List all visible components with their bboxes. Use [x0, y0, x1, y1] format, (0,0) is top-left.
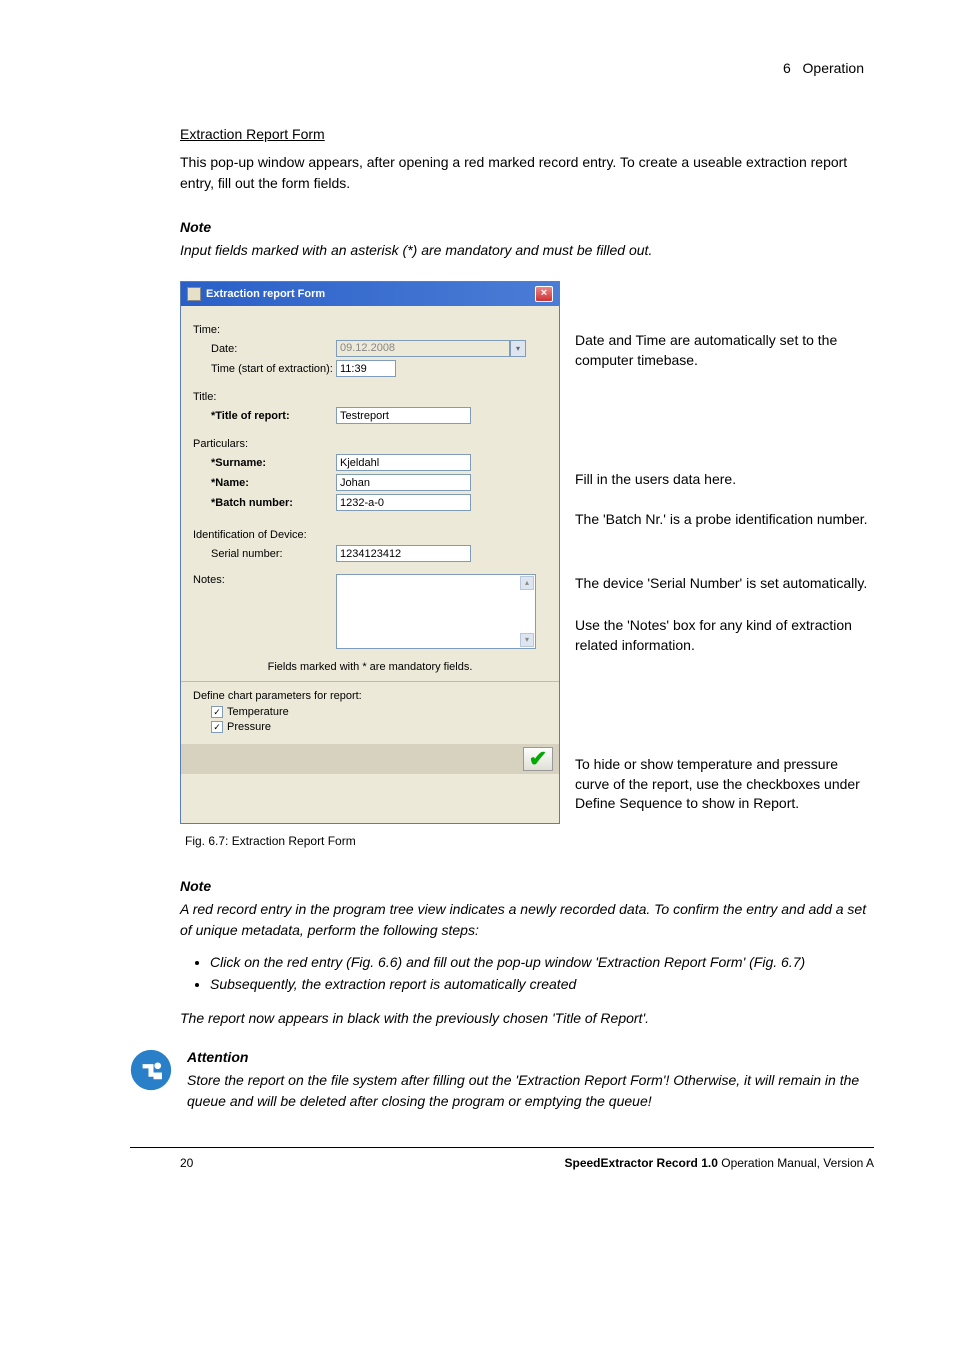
annotation-checkboxes: To hide or show temperature and pressure…: [575, 755, 874, 814]
dialog-icon: [187, 287, 201, 301]
note2-bullets: Click on the red entry (Fig. 6.6) and fi…: [130, 951, 874, 996]
annotation-batch: The 'Batch Nr.' is a probe identificatio…: [575, 510, 874, 530]
mandatory-hint: Fields marked with * are mandatory field…: [193, 661, 547, 673]
note2-heading: Note: [130, 878, 874, 894]
ok-button[interactable]: ✔: [523, 747, 553, 771]
group-notes: Notes:: [193, 574, 336, 586]
attention-icon: [130, 1049, 172, 1091]
title-report-input[interactable]: [336, 407, 471, 424]
label-pressure: Pressure: [227, 721, 271, 733]
surname-input[interactable]: [336, 454, 471, 471]
label-title-report: *Title of report:: [211, 410, 336, 422]
footer-product: SpeedExtractor Record 1.0 Operation Manu…: [565, 1156, 875, 1170]
divider: [181, 681, 559, 682]
page-number: 20: [180, 1156, 193, 1170]
group-title: Title:: [193, 391, 547, 403]
annotation-notes: Use the 'Notes' box for any kind of extr…: [575, 616, 874, 655]
page-header: 6 Operation: [130, 60, 874, 76]
group-time: Time:: [193, 324, 547, 336]
note2-text: A red record entry in the program tree v…: [130, 899, 874, 941]
check-icon: ✔: [529, 750, 547, 768]
checkbox-pressure[interactable]: ✓: [211, 721, 223, 733]
note2-after: The report now appears in black with the…: [130, 1008, 874, 1029]
chevron-down-icon[interactable]: ▾: [510, 340, 526, 357]
note-text: Input fields marked with an asterisk (*)…: [130, 240, 874, 261]
section-number: 6: [783, 60, 791, 76]
figure-caption: Fig. 6.7: Extraction Report Form: [130, 834, 874, 848]
dialog-footer: ✔: [181, 744, 559, 774]
note-heading: Note: [130, 219, 874, 235]
attention-heading: Attention: [187, 1049, 874, 1065]
batch-input[interactable]: [336, 494, 471, 511]
serial-input[interactable]: [336, 545, 471, 562]
label-temperature: Temperature: [227, 706, 289, 718]
notes-textarea[interactable]: ▴ ▾: [336, 574, 536, 649]
label-batch: *Batch number:: [211, 497, 336, 509]
label-surname: *Surname:: [211, 457, 336, 469]
group-particulars: Particulars:: [193, 438, 547, 450]
intro-paragraph: This pop-up window appears, after openin…: [130, 152, 874, 194]
group-define-params: Define chart parameters for report:: [193, 690, 547, 702]
dialog-title: Extraction report Form: [206, 288, 325, 300]
bullet-2: Subsequently, the extraction report is a…: [210, 973, 874, 995]
attention-text: Store the report on the file system afte…: [187, 1070, 874, 1112]
annotation-datetime: Date and Time are automatically set to t…: [575, 331, 874, 370]
page-footer: 20 SpeedExtractor Record 1.0 Operation M…: [130, 1156, 874, 1170]
dialog-titlebar[interactable]: Extraction report Form ×: [181, 282, 559, 306]
label-name: *Name:: [211, 477, 336, 489]
name-input[interactable]: [336, 474, 471, 491]
date-input[interactable]: 09.12.2008: [336, 340, 510, 357]
checkbox-temperature[interactable]: ✓: [211, 706, 223, 718]
annotations-column: Date and Time are automatically set to t…: [575, 281, 874, 824]
heading-extraction-report: Extraction Report Form: [130, 126, 874, 142]
footer-divider: [130, 1147, 874, 1148]
annotation-users: Fill in the users data here.: [575, 470, 874, 490]
bullet-1: Click on the red entry (Fig. 6.6) and fi…: [210, 951, 874, 973]
close-icon[interactable]: ×: [535, 286, 553, 302]
group-identification: Identification of Device:: [193, 529, 547, 541]
label-time-start: Time (start of extraction):: [211, 363, 336, 375]
time-input[interactable]: [336, 360, 396, 377]
annotation-serial: The device 'Serial Number' is set automa…: [575, 574, 874, 594]
scroll-down-icon[interactable]: ▾: [520, 633, 534, 647]
label-date: Date:: [211, 343, 336, 355]
scroll-up-icon[interactable]: ▴: [520, 576, 534, 590]
dialog-extraction-report: Extraction report Form × Time: Date: 09.…: [180, 281, 560, 824]
label-serial: Serial number:: [211, 548, 336, 560]
section-title: Operation: [803, 60, 864, 76]
